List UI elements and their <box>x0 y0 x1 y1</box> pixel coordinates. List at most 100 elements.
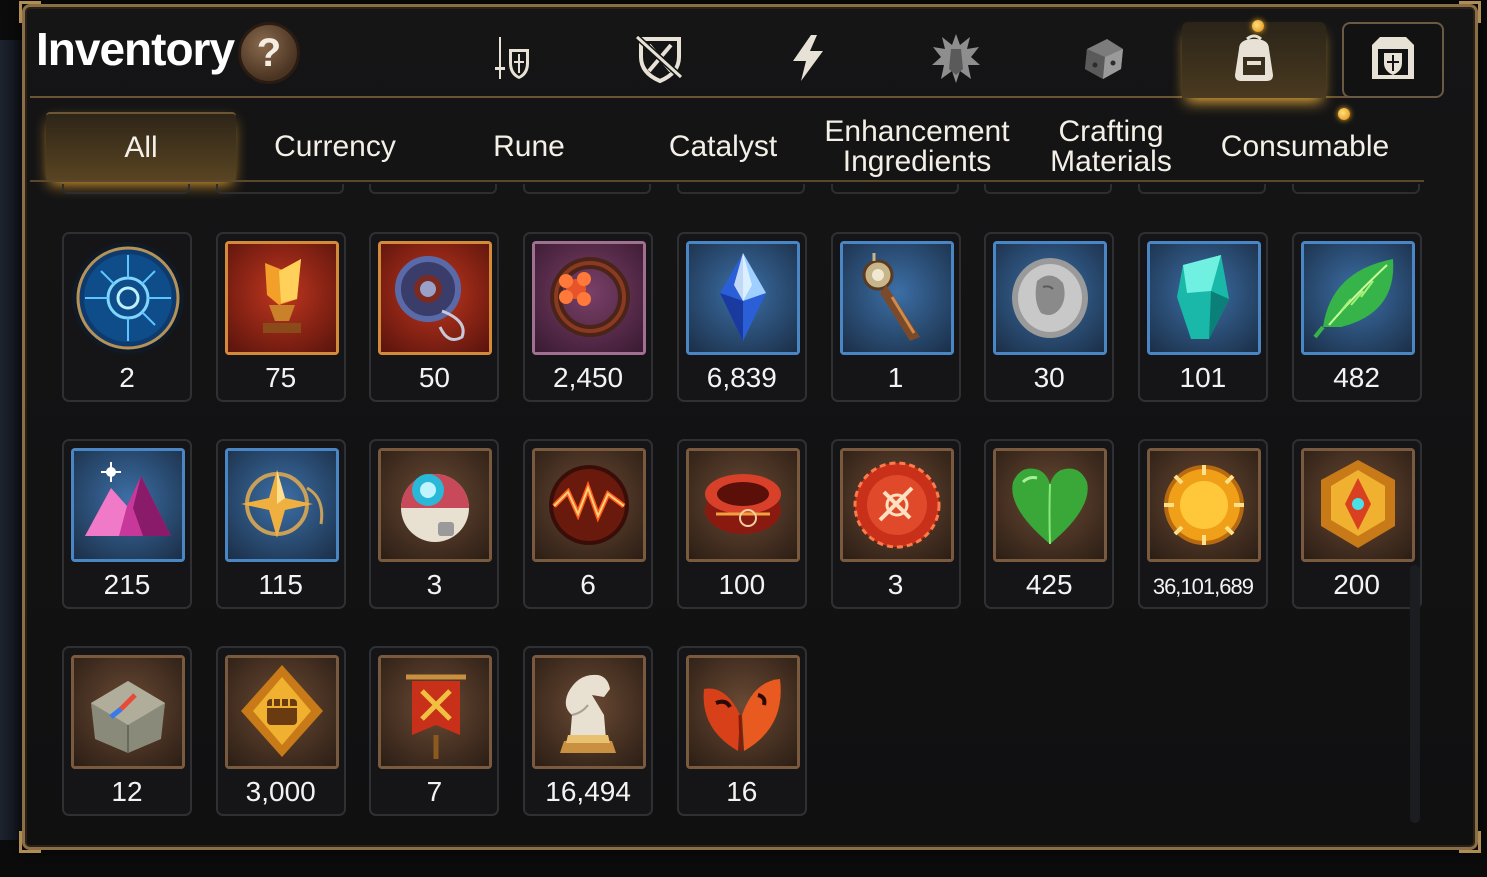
category-label: Rune <box>493 130 565 163</box>
item-quantity: 2,450 <box>553 362 624 393</box>
item-quantity: 6 <box>580 569 596 600</box>
star-amulet-icon <box>224 448 339 562</box>
scrollbar[interactable] <box>1410 565 1420 823</box>
category-tab-crafting-materials[interactable]: Crafting Materials <box>1016 112 1206 182</box>
tab-skill[interactable] <box>736 22 880 98</box>
scrolled-row-edge <box>62 184 1426 194</box>
red-leaf-icon <box>685 655 800 769</box>
gold-emblem-icon <box>1300 448 1415 562</box>
notification-dot <box>1252 20 1264 32</box>
tab-crafting[interactable] <box>1032 22 1176 98</box>
tab-artifact[interactable] <box>588 22 732 98</box>
inventory-item[interactable]: 482 <box>1291 232 1422 402</box>
inventory-item[interactable]: 16 <box>676 646 807 816</box>
divider <box>30 180 1424 182</box>
spiky-crest-icon <box>929 31 983 90</box>
item-quantity: 36,101,689 <box>1152 574 1254 599</box>
inventory-item[interactable]: 200 <box>1291 439 1422 609</box>
robot-capsule-icon <box>378 448 493 562</box>
scrolled-slot-edge <box>1137 184 1266 194</box>
compass-pendulum-icon <box>839 241 954 355</box>
inventory-item[interactable]: 2,450 <box>523 232 654 402</box>
item-quantity: 50 <box>418 362 450 393</box>
inventory-item[interactable]: 115 <box>215 439 346 609</box>
scrolled-slot-edge <box>830 184 959 194</box>
red-seal-badge-icon <box>839 448 954 562</box>
scrolled-slot-edge <box>215 184 344 194</box>
item-quantity: 75 <box>265 362 297 393</box>
inventory-item[interactable]: 6 <box>523 439 654 609</box>
green-heart-icon <box>993 448 1108 562</box>
category-tab-currency[interactable]: Currency <box>240 112 430 182</box>
inventory-item[interactable]: 215 <box>62 439 192 609</box>
dice-icon <box>1077 31 1131 90</box>
category-label: Catalyst <box>668 130 778 163</box>
inventory-item[interactable]: 2 <box>62 232 192 402</box>
inventory-item[interactable]: 3,000 <box>215 646 346 816</box>
blue-crystal-icon <box>685 241 800 355</box>
tab-guild[interactable] <box>1342 22 1444 98</box>
inventory-item[interactable]: 75 <box>215 232 346 402</box>
teal-crystal-icon <box>1146 241 1261 355</box>
item-quantity: 425 <box>1025 569 1073 600</box>
category-tab-consumable[interactable]: Consumable <box>1210 108 1400 182</box>
tab-equipment[interactable] <box>440 22 584 98</box>
category-tab-rune[interactable]: Rune <box>434 112 624 182</box>
item-quantity: 12 <box>111 776 143 807</box>
item-quantity: 1 <box>887 362 904 393</box>
red-energy-orb-icon <box>532 448 647 562</box>
notification-dot <box>1338 108 1350 120</box>
tab-catalyst[interactable] <box>884 22 1028 98</box>
red-banner-icon <box>378 655 493 769</box>
scrolled-slot-edge <box>1291 184 1420 194</box>
scrolled-slot-edge <box>369 184 498 194</box>
inventory-item[interactable]: 12 <box>62 646 192 816</box>
item-quantity: 3 <box>426 569 443 600</box>
sword-shield-icon <box>485 31 539 90</box>
inventory-item[interactable]: 36,101,689 <box>1137 439 1268 609</box>
item-quantity: 2 <box>119 362 135 393</box>
help-button[interactable]: ? <box>238 22 300 84</box>
gold-coin-icon <box>1146 448 1261 562</box>
category-label: Crafting <box>1058 115 1164 148</box>
silver-coin-icon <box>993 241 1108 355</box>
item-quantity: 101 <box>1179 362 1227 393</box>
inventory-grid: 2 75 50 2,450 6,839 1 30 101 482 215 115… <box>62 232 1432 822</box>
knight-chess-icon <box>532 655 647 769</box>
inventory-item[interactable]: 30 <box>984 232 1115 402</box>
inventory-item[interactable]: 425 <box>984 439 1115 609</box>
golden-crystal-trophy-icon <box>224 241 339 355</box>
inventory-item[interactable]: 1 <box>830 232 961 402</box>
category-label: Currency <box>274 130 396 163</box>
inventory-item[interactable]: 16,494 <box>523 646 654 816</box>
page-title: Inventory <box>36 23 235 75</box>
inventory-item[interactable]: 100 <box>676 439 807 609</box>
stone-compass-icon <box>71 655 185 769</box>
backpack-icon <box>1227 31 1281 90</box>
fist-badge-icon <box>224 655 339 769</box>
category-label: Ingredients <box>842 145 992 178</box>
green-leaf-icon <box>1300 241 1415 355</box>
lightning-icon <box>781 31 835 90</box>
category-label: All <box>124 131 158 164</box>
inventory-item[interactable]: 6,839 <box>676 232 807 402</box>
inventory-item[interactable]: 50 <box>369 232 500 402</box>
red-flower-ring-icon <box>532 241 647 355</box>
item-quantity: 16,494 <box>545 776 631 807</box>
category-tab-enhancement-ingredients[interactable]: Enhancement Ingredients <box>822 112 1012 182</box>
tab-inventory[interactable] <box>1182 20 1326 98</box>
category-tab-catalyst[interactable]: Catalyst <box>628 112 818 182</box>
inventory-item[interactable]: 7 <box>369 646 500 816</box>
inventory-item[interactable]: 101 <box>1137 232 1268 402</box>
category-label: Materials <box>1050 145 1172 178</box>
item-quantity: 482 <box>1333 362 1380 393</box>
item-quantity: 16 <box>726 776 758 807</box>
blue-ring-pendant-icon <box>378 241 493 355</box>
category-tab-all[interactable]: All <box>46 112 236 182</box>
item-quantity: 115 <box>258 569 303 600</box>
blue-rune-orb-icon <box>71 241 185 355</box>
inventory-item[interactable]: 3 <box>830 439 961 609</box>
crossed-shield-icon <box>633 31 687 90</box>
inventory-item[interactable]: 3 <box>369 439 500 609</box>
item-quantity: 3 <box>887 569 904 600</box>
